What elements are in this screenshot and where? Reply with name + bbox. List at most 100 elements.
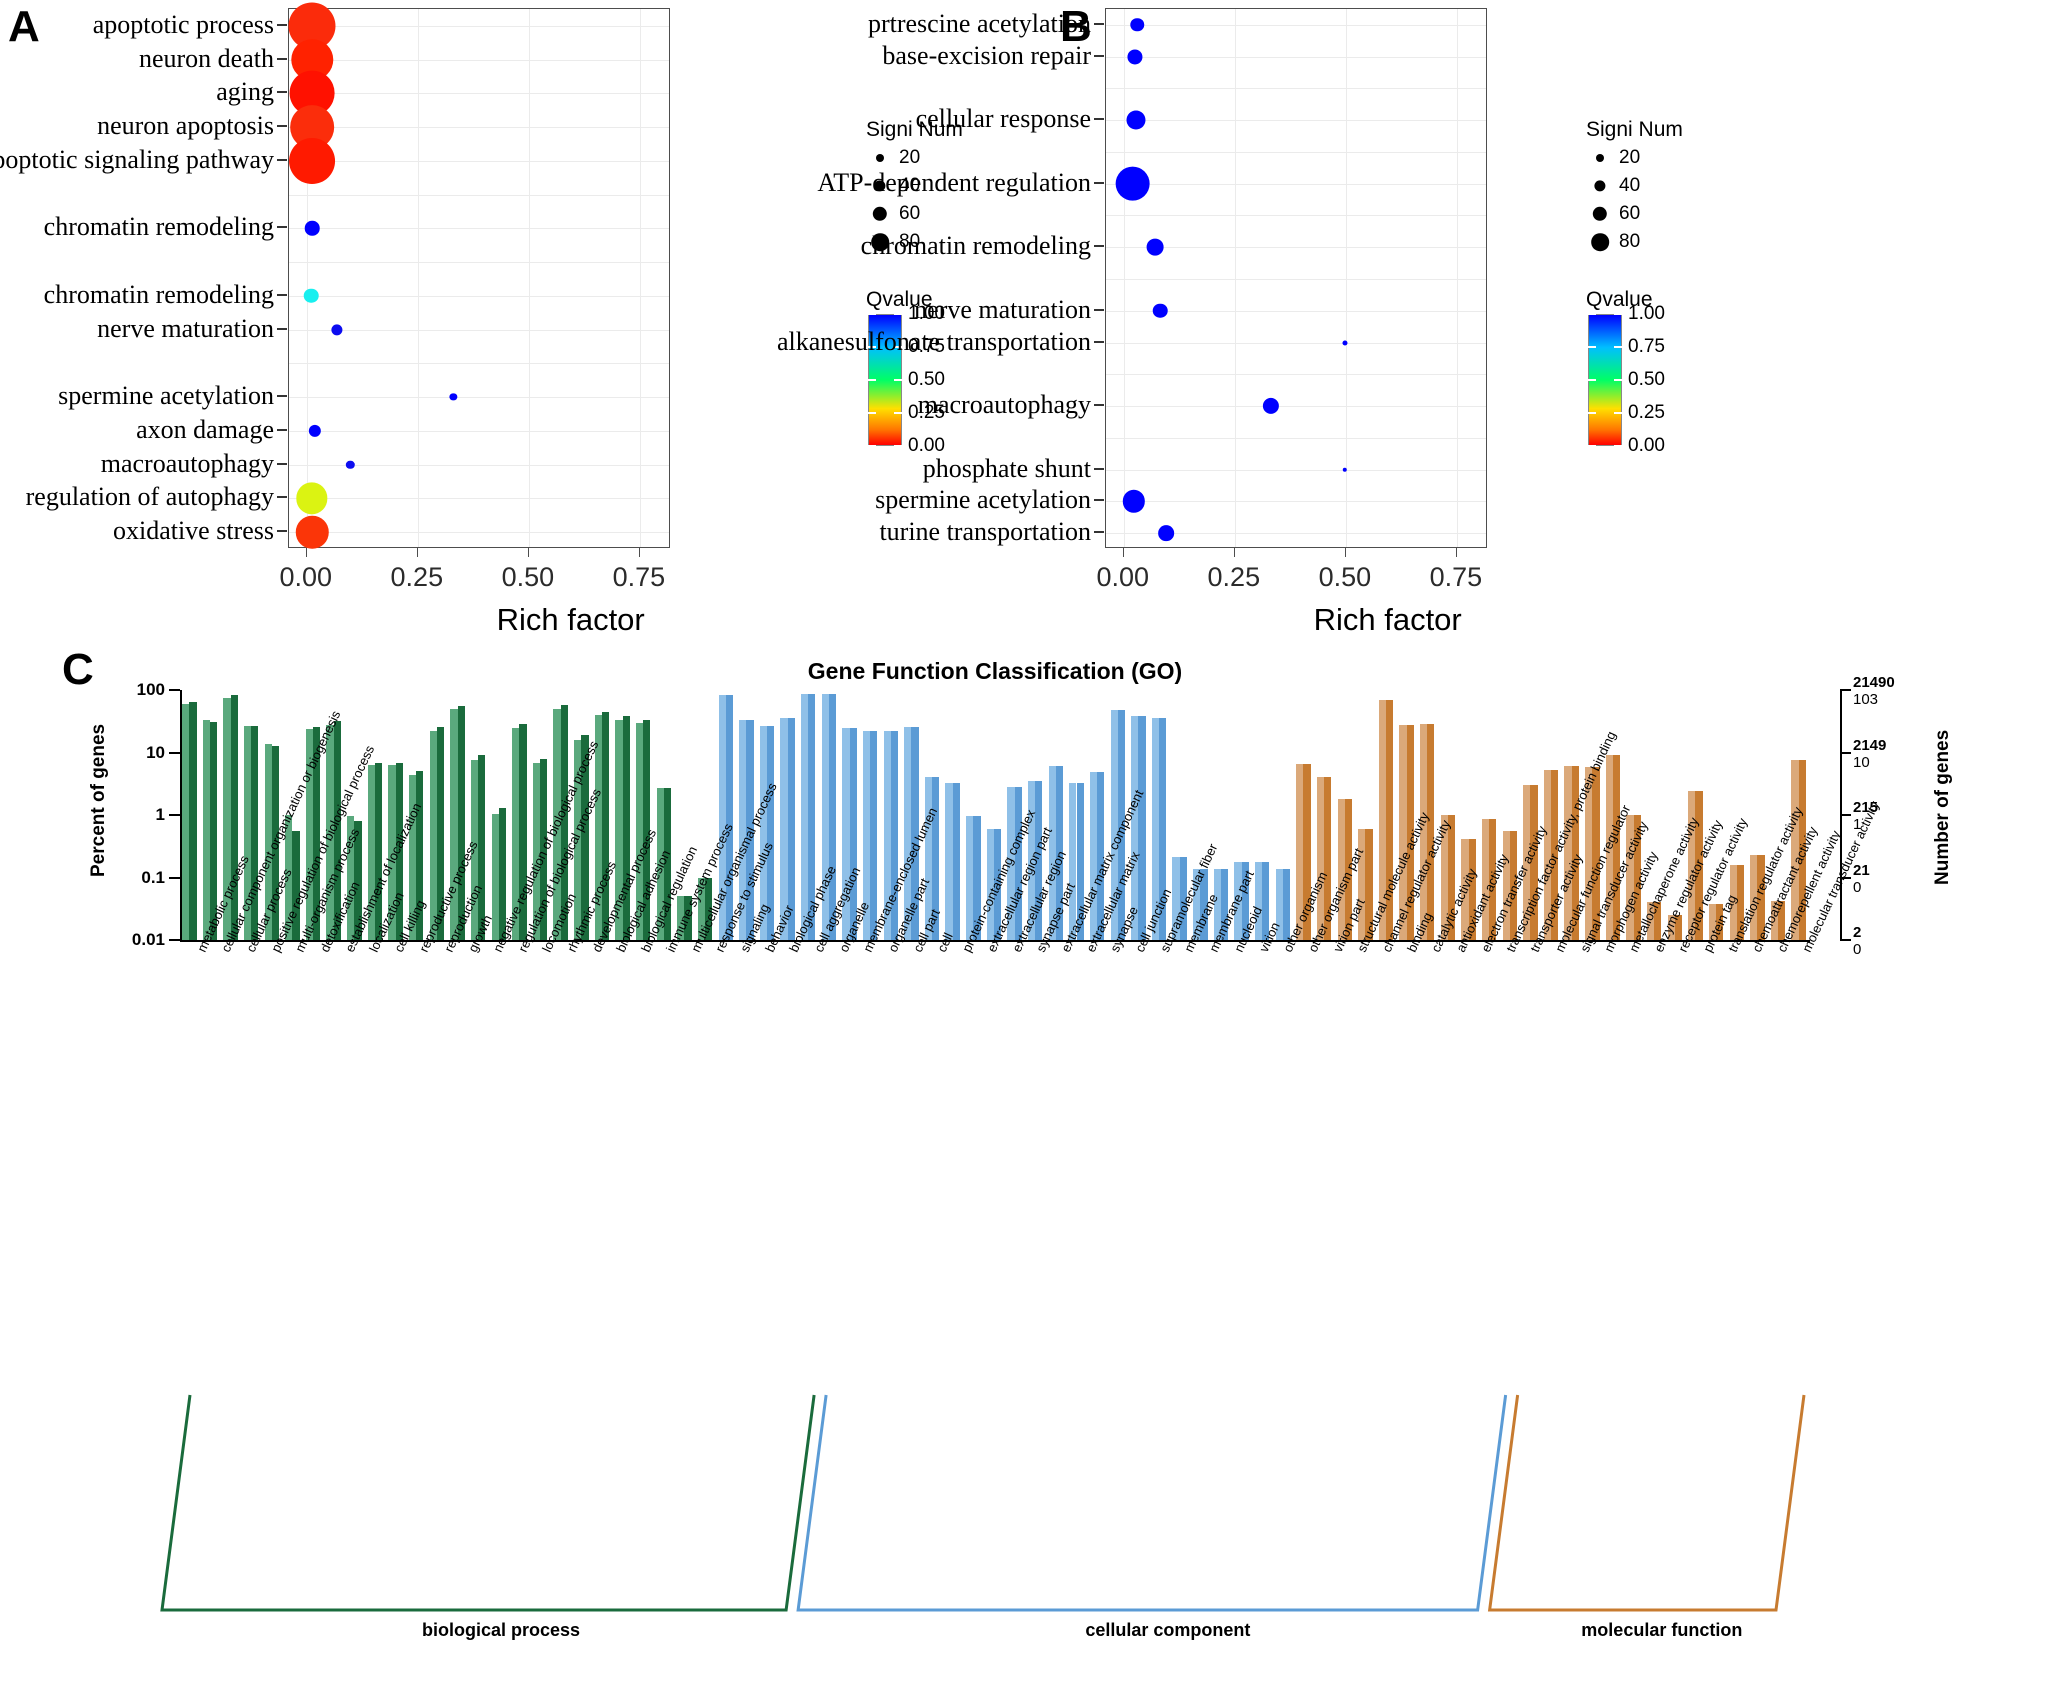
gridline-vertical (528, 9, 530, 547)
x-axis-tick-label: 0.50 (1318, 562, 1372, 592)
legend-size-label: 40 (1619, 175, 1641, 196)
right-axis-tick-label-bottom: 1 (1853, 816, 1862, 833)
x-axis-tick (527, 548, 529, 557)
gridline-horizontal (289, 160, 669, 162)
data-point (1122, 490, 1145, 513)
gridline-horizontal (289, 397, 669, 399)
legend-colorbar-tick (1614, 346, 1622, 348)
gridline-vertical (1123, 9, 1125, 547)
gridline-horizontal (289, 127, 669, 129)
category-label: turine transportation (879, 517, 1091, 547)
x-axis-tick-label: 0.75 (612, 562, 666, 592)
y-axis-tick-label: 1 (155, 805, 165, 824)
gridline-horizontal (289, 532, 669, 534)
x-axis-title: Rich factor (496, 602, 645, 637)
category-label: macroautophagy (917, 390, 1091, 420)
x-axis-tick-label: 0.00 (279, 562, 333, 592)
category-label: oxidative stress (112, 516, 274, 546)
category-label: macroautophagy (100, 448, 274, 478)
gridline-horizontal (1106, 501, 1486, 503)
gridline-horizontal (1106, 437, 1486, 439)
category-label: chromatin remodeling (43, 212, 274, 242)
gridline-horizontal (289, 25, 669, 27)
legend-size-dot (876, 154, 884, 162)
y-axis-tick (277, 530, 287, 533)
right-axis-tick-label-top: 2 (1853, 924, 1862, 941)
legend-colorbar-tick (1588, 313, 1596, 315)
legend-colorbar-tick (1588, 412, 1596, 414)
y-axis-tick (169, 814, 180, 816)
data-point (1126, 110, 1146, 130)
y-axis-tick (169, 751, 180, 754)
legend-colorbar-tick (1588, 445, 1596, 447)
category-label: cellular response (915, 104, 1091, 134)
legend-size-label: 60 (1619, 203, 1641, 224)
right-axis-tick-label-bottom: 10 (1853, 753, 1870, 771)
gridline-horizontal (289, 262, 669, 264)
panel-b-bubble-chart: prtrescine acetylation base-excision repa… (777, 0, 2050, 640)
data-point (289, 137, 336, 184)
y-axis-tick-label: 0.1 (141, 867, 165, 887)
legend-colorbar-tick (894, 313, 902, 315)
bar (945, 782, 953, 940)
y-axis-tick (277, 23, 287, 26)
y-axis-tick (1094, 54, 1104, 57)
legend-colorbar-tick (868, 412, 876, 414)
data-point (295, 515, 329, 549)
bar (1089, 772, 1098, 940)
gridline-horizontal (289, 194, 669, 196)
right-axis-tick (1840, 876, 1851, 879)
y-axis-tick (1094, 340, 1104, 343)
right-axis-tick-label-top: 21490 (1853, 674, 1895, 691)
gridline-horizontal (289, 295, 669, 297)
y-axis-tick (1094, 531, 1104, 534)
gridline-horizontal (289, 59, 669, 61)
gridline-horizontal (289, 228, 669, 230)
category-label: spermine acetylation (875, 485, 1091, 515)
right-axis-tick-label-top: 215 (1853, 799, 1879, 816)
legend-colorbar-label: 0.25 (1628, 402, 1665, 423)
gridline-vertical (639, 9, 641, 547)
legend-colorbar-tick (1614, 379, 1622, 381)
gridline-horizontal (1106, 151, 1486, 153)
right-axis-tick (1840, 689, 1851, 691)
right-axis-tick (1840, 939, 1851, 941)
category-label: neuron death (138, 43, 274, 73)
x-axis-tick-label: 0.25 (1207, 562, 1261, 592)
gridline-vertical (1456, 9, 1458, 547)
data-point (1130, 18, 1144, 32)
category-label: phosphate shunt (922, 453, 1091, 483)
gridline-horizontal (1106, 24, 1486, 26)
legend-colorbar-tick (1588, 346, 1596, 348)
data-point (308, 424, 321, 438)
legend-colorbar-tick (1614, 445, 1622, 447)
right-axis-tick (1840, 751, 1851, 754)
gridline-horizontal (1106, 469, 1486, 471)
legend-colorbar-tick (868, 313, 876, 315)
data-point (1115, 166, 1150, 202)
gridline-vertical (1345, 9, 1347, 547)
bar (952, 782, 960, 940)
gridline-horizontal (1106, 215, 1486, 217)
legend-size-dot (1594, 180, 1606, 192)
legend-colorbar-tick (868, 379, 876, 381)
category-label: spermine acetylation (58, 381, 274, 411)
legend-size-dot (1592, 206, 1608, 222)
legend-size-label: 60 (899, 203, 921, 224)
y-axis-tick (1094, 245, 1104, 248)
x-axis-tick-label: 0.00 (1096, 562, 1150, 592)
legend-size-dot (1596, 154, 1604, 162)
right-axis-title: Number of genes (1932, 729, 1953, 885)
bar (1014, 787, 1022, 940)
legend-colorbar-label: 0.50 (908, 369, 945, 390)
legend-colorbar-label: 1.00 (1628, 303, 1665, 324)
category-label: apoptotic process (92, 9, 274, 39)
y-axis-tick (1094, 181, 1104, 184)
plot-area (1105, 8, 1487, 548)
group-label: biological process (422, 1620, 581, 1640)
gridline-horizontal (1106, 374, 1486, 376)
x-axis-tick (305, 548, 307, 557)
y-axis-tick (1094, 499, 1104, 502)
bar (182, 703, 190, 940)
legend-colorbar-tick (1614, 412, 1622, 414)
